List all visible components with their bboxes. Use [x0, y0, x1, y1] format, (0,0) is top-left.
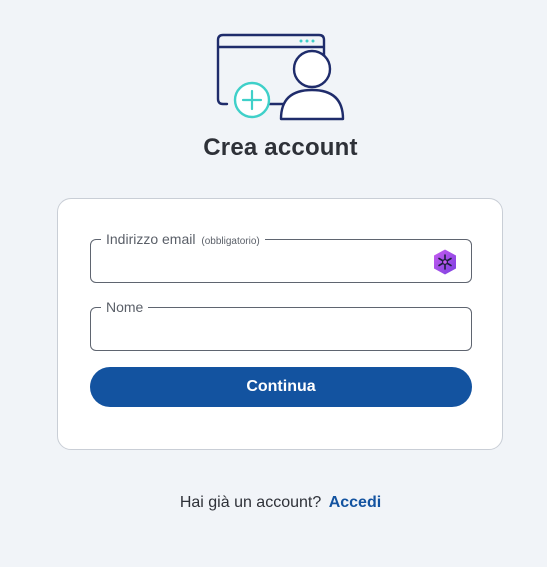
name-input[interactable] [91, 308, 471, 350]
signin-prompt: Hai già un account? Accedi [0, 494, 547, 512]
continue-button[interactable]: Continua [90, 367, 472, 407]
signin-prompt-text: Hai già un account? [179, 494, 322, 511]
email-input[interactable] [91, 240, 471, 282]
create-account-page: Crea account Indirizzo email (obbligator… [0, 0, 547, 567]
password-manager-icon[interactable] [431, 248, 459, 276]
signup-form-card: Indirizzo email (obbligatorio) Nome Cont… [57, 198, 503, 450]
page-title: Crea account [203, 134, 358, 161]
create-account-illustration-icon [216, 33, 345, 121]
name-field-container: Nome [90, 298, 472, 351]
signin-link[interactable]: Accedi [329, 494, 381, 511]
email-field-container: Indirizzo email (obbligatorio) [90, 230, 472, 283]
